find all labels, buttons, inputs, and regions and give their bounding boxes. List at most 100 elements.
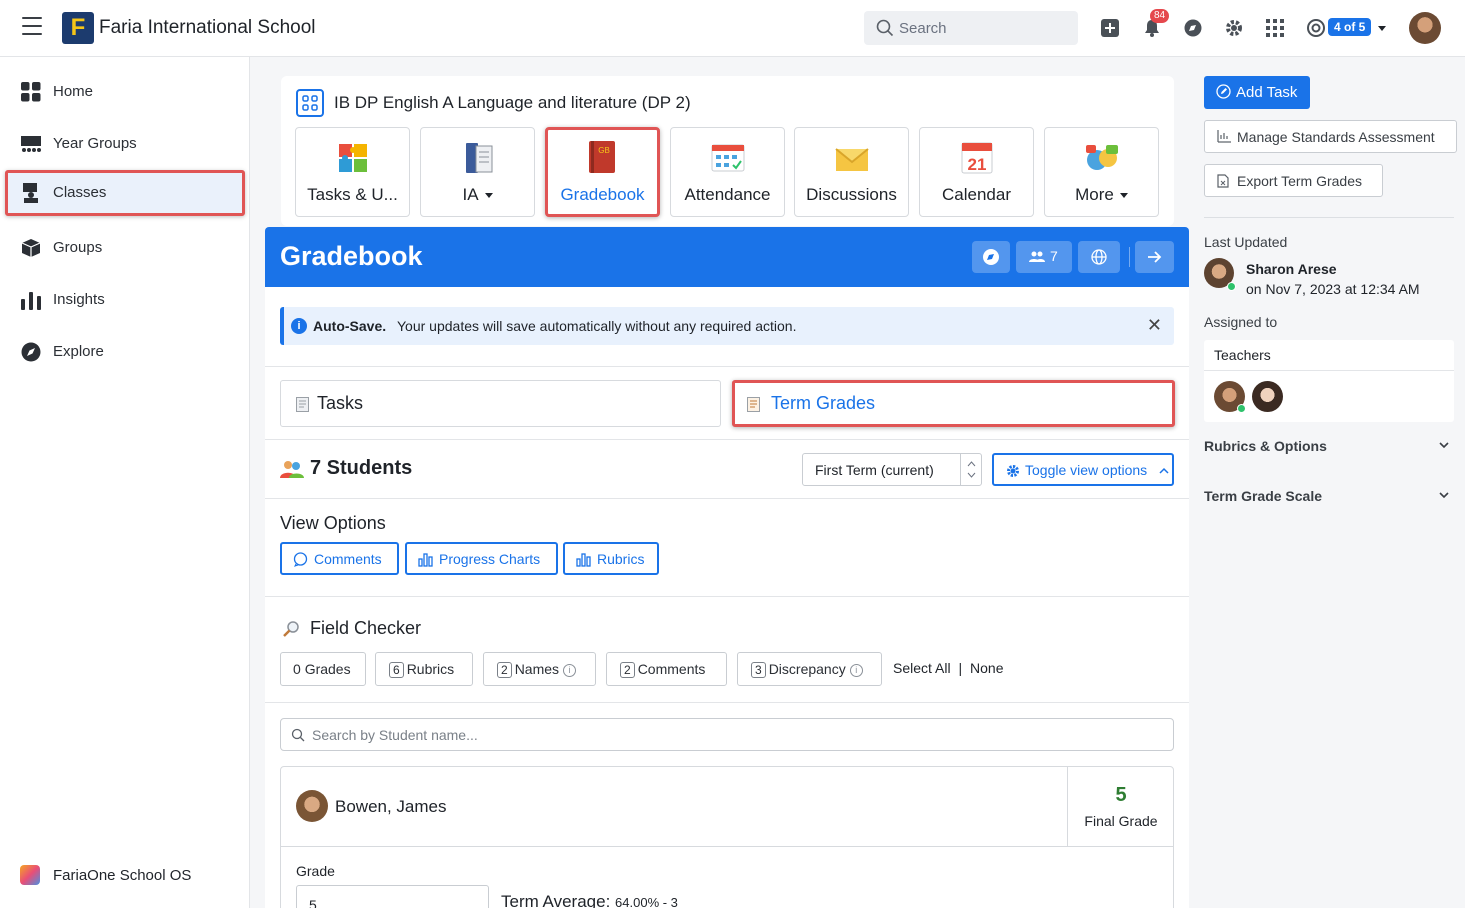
check-count: 2 — [497, 662, 512, 678]
online-status-dot — [1227, 282, 1236, 291]
gradebook-chat-button[interactable] — [972, 241, 1010, 273]
term-grades-doc-icon — [747, 397, 760, 412]
term-select[interactable]: First Term (current) — [802, 453, 982, 486]
school-logo-icon[interactable]: F — [62, 12, 94, 44]
chevron-down-icon — [1119, 193, 1128, 199]
tool-label: Calendar — [942, 185, 1011, 204]
chat-icon — [983, 249, 999, 265]
field-check-names[interactable]: 2 Names i — [483, 652, 596, 686]
gradebook-members-button[interactable]: 7 — [1016, 241, 1072, 273]
export-term-grades-label: Export Term Grades — [1237, 173, 1363, 189]
tasks-doc-icon — [296, 397, 309, 412]
student-name[interactable]: Bowen, James — [335, 797, 447, 817]
tab-term-grades[interactable]: Term Grades — [732, 380, 1175, 427]
rubrics-options-label: Rubrics & Options — [1204, 438, 1327, 454]
chat-icon[interactable] — [1183, 18, 1203, 38]
tool-more[interactable]: More — [1044, 127, 1159, 217]
tool-calendar[interactable]: 21 Calendar — [919, 127, 1034, 217]
gradebook-globe-button[interactable] — [1078, 241, 1120, 273]
sidebar-item-classes[interactable]: Classes — [5, 170, 245, 216]
tab-label: Term Grades — [771, 393, 876, 413]
divider — [265, 439, 1189, 440]
sidebar-item-label: Explore — [53, 343, 104, 360]
tool-ia[interactable]: IA — [420, 127, 535, 217]
select-all-link[interactable]: Select All — [893, 660, 951, 676]
search-placeholder: Search — [899, 20, 947, 37]
comments-button[interactable]: Comments — [280, 542, 399, 575]
file-export-icon — [1217, 174, 1229, 188]
menu-icon[interactable] — [22, 17, 42, 37]
tool-label: IA — [421, 185, 534, 205]
user-avatar[interactable] — [1409, 12, 1441, 44]
chevron-down-icon[interactable] — [1378, 26, 1386, 31]
rubrics-options-toggle[interactable]: Rubrics & Options — [1204, 438, 1454, 458]
field-check-discrepancy[interactable]: 3 Discrepancy i — [737, 652, 882, 686]
updater-name[interactable]: Sharon Arese — [1246, 261, 1337, 277]
view-options-title: View Options — [280, 513, 386, 533]
tool-gradebook[interactable]: GB Gradebook — [545, 127, 660, 217]
users-icon — [1029, 251, 1045, 262]
bar-chart-icon — [576, 553, 591, 567]
rubrics-button[interactable]: Rubrics — [563, 542, 659, 575]
term-grade-scale-toggle[interactable]: Term Grade Scale — [1204, 488, 1454, 508]
members-count: 7 — [1050, 248, 1058, 264]
field-check-rubrics[interactable]: 6 Rubrics — [375, 652, 473, 686]
add-plus-icon[interactable] — [1100, 18, 1120, 38]
sidebar-item-year-groups[interactable]: Year Groups — [5, 121, 245, 167]
tool-attendance[interactable]: Attendance — [670, 127, 785, 217]
close-icon[interactable]: ✕ — [1147, 315, 1162, 336]
select-separator: | — [958, 660, 963, 676]
field-checker-title: Field Checker — [310, 618, 422, 638]
sidebar-item-groups[interactable]: Groups — [5, 225, 245, 271]
add-task-label: Add Task — [1236, 84, 1298, 101]
gradebook-icon-badge: GB — [598, 146, 610, 155]
sidebar-item-home[interactable]: Home — [5, 69, 245, 115]
apps-grid-icon[interactable] — [1265, 18, 1285, 38]
search-icon — [876, 19, 894, 37]
select-links: Select All | None — [893, 660, 1003, 676]
divider — [1204, 217, 1454, 218]
field-check-grades[interactable]: 0 Grades — [280, 652, 366, 686]
grade-input[interactable]: 5 — [296, 885, 489, 908]
home-grid-icon — [21, 82, 41, 102]
tool-discussions[interactable]: Discussions — [794, 127, 909, 217]
select-none-link[interactable]: None — [970, 660, 1003, 676]
help-lifebuoy-icon[interactable] — [1306, 18, 1326, 38]
student-search-input[interactable]: Search by Student name... — [280, 718, 1174, 751]
add-task-button[interactable]: Add Task — [1204, 76, 1310, 109]
avatar[interactable] — [1252, 381, 1283, 412]
year-groups-icon — [21, 136, 41, 152]
fariaone-logo-icon — [20, 865, 40, 885]
export-term-grades-button[interactable]: Export Term Grades — [1204, 164, 1383, 197]
settings-gear-icon[interactable] — [1224, 18, 1244, 38]
divider — [265, 498, 1189, 499]
explore-compass-icon — [21, 342, 41, 362]
chevron-down-icon — [484, 193, 493, 199]
last-updated-label: Last Updated — [1204, 234, 1288, 250]
sidebar-item-explore[interactable]: Explore — [5, 329, 245, 375]
info-icon[interactable]: i — [563, 664, 577, 677]
edit-circle-icon — [1216, 84, 1231, 99]
tool-label: Discussions — [806, 185, 897, 204]
account-switcher-badge[interactable]: 4 of 5 — [1328, 18, 1372, 36]
info-icon[interactable]: i — [849, 664, 863, 677]
tool-tasks-units[interactable]: Tasks & U... — [295, 127, 410, 217]
student-card: Bowen, James 5 Final Grade Grade 5 Term … — [280, 766, 1174, 908]
autosave-message: Your updates will save automatically wit… — [397, 318, 797, 334]
field-check-comments[interactable]: 2 Comments — [606, 652, 727, 686]
school-name[interactable]: Faria International School — [99, 17, 316, 39]
tab-tasks[interactable]: Tasks — [280, 380, 721, 427]
manage-standards-button[interactable]: Manage Standards Assessment — [1204, 120, 1457, 153]
fariaone-label: FariaOne School OS — [53, 867, 192, 884]
progress-charts-button[interactable]: Progress Charts — [405, 542, 558, 575]
term-select-value: First Term (current) — [815, 462, 934, 478]
sidebar-item-insights[interactable]: Insights — [5, 277, 245, 323]
info-icon: i — [291, 318, 307, 334]
gradebook-expand-button[interactable] — [1135, 241, 1174, 273]
global-search-input[interactable]: Search — [864, 11, 1078, 45]
toggle-view-options-button[interactable]: Toggle view options — [992, 453, 1174, 486]
header-separator — [1129, 247, 1130, 267]
insights-bars-icon — [21, 292, 41, 310]
grade-input-value: 5 — [309, 897, 317, 908]
assigned-to-label: Assigned to — [1204, 314, 1278, 330]
